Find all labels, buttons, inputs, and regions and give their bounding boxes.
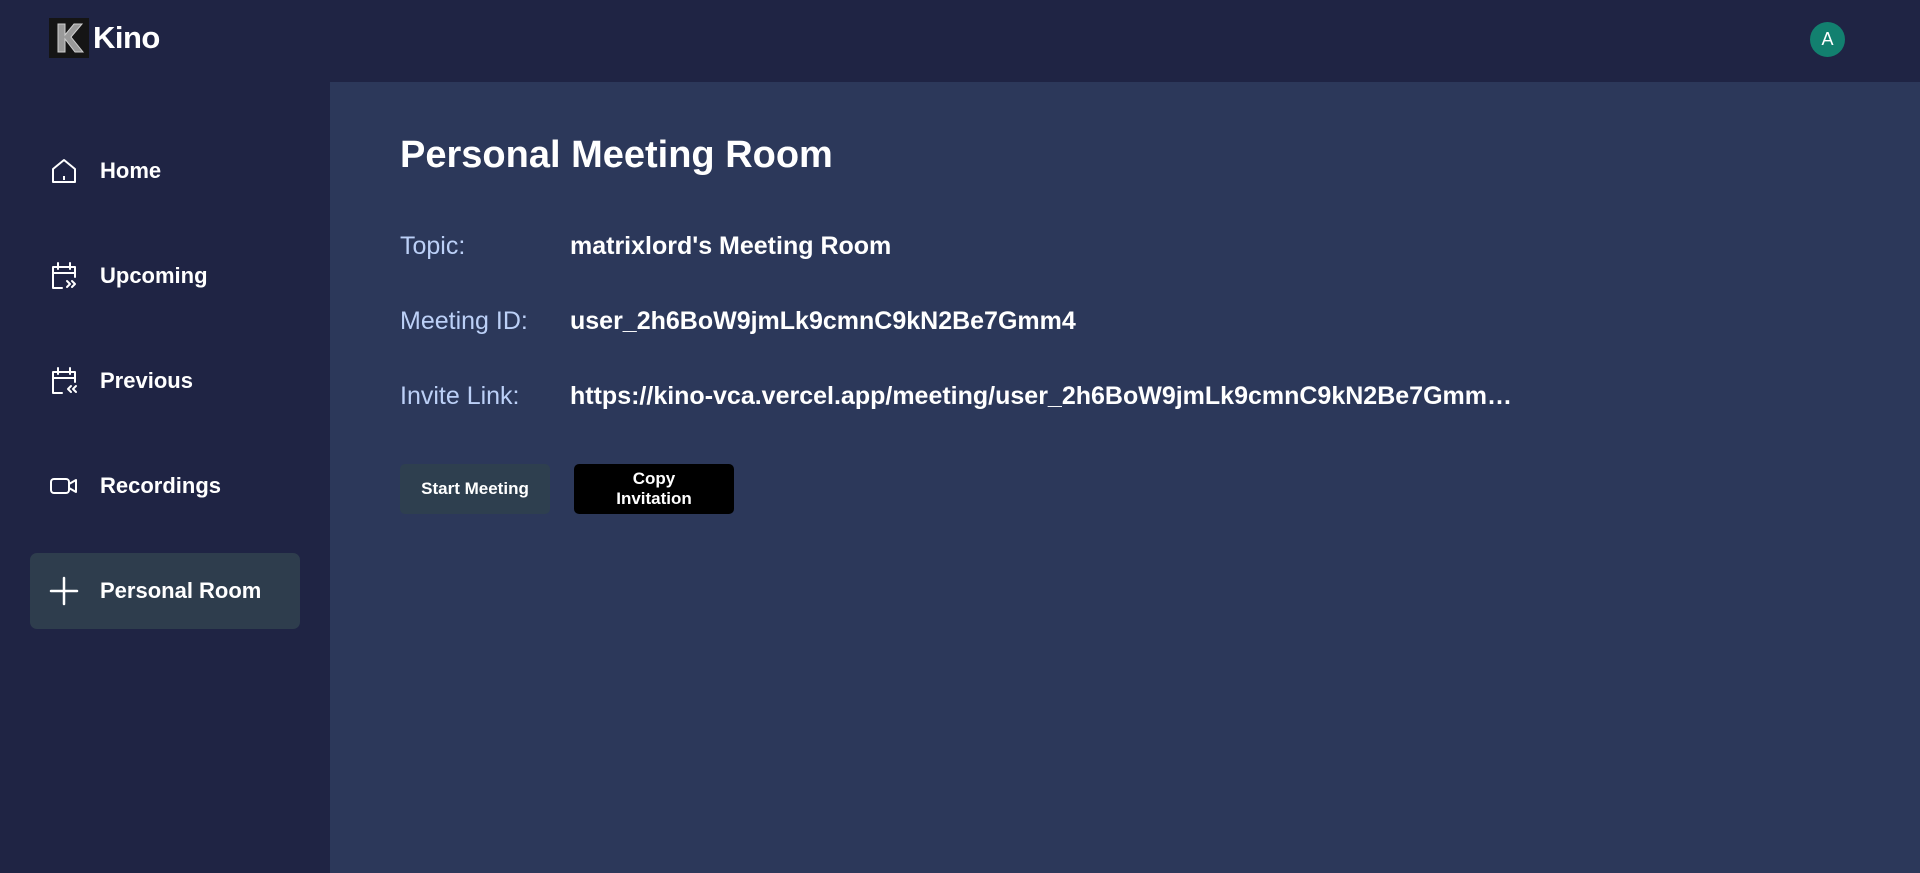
invite-link-row: Invite Link: https://kino-vca.vercel.app… xyxy=(400,382,1515,411)
sidebar-item-home[interactable]: Home xyxy=(30,133,300,209)
sidebar-item-recordings[interactable]: Recordings xyxy=(30,448,300,524)
sidebar-item-label: Home xyxy=(100,158,162,183)
invite-link-value[interactable]: https://kino-vca.vercel.app/meeting/user… xyxy=(570,382,1515,411)
main-content: Personal Meeting Room Topic: matrixlord'… xyxy=(330,82,1920,873)
copy-invitation-button[interactable]: Copy Invitation xyxy=(574,464,734,514)
app-name: Kino xyxy=(93,20,160,55)
calendar-forward-icon xyxy=(48,260,80,292)
topic-label: Topic: xyxy=(400,232,466,260)
sidebar-item-upcoming[interactable]: Upcoming xyxy=(30,238,300,314)
kino-logo-icon xyxy=(49,18,89,58)
sidebar-item-personal-room[interactable]: Personal Room xyxy=(30,553,300,629)
meeting-id-value: user_2h6BoW9jmLk9cmnC9kN2Be7Gmm4 xyxy=(570,307,1076,335)
topic-value: matrixlord's Meeting Room xyxy=(570,232,892,260)
page-title: Personal Meeting Room xyxy=(400,134,833,176)
meeting-id-label: Meeting ID: xyxy=(400,307,528,335)
sidebar-item-label: Previous xyxy=(100,368,193,393)
sidebar-item-label: Recordings xyxy=(100,473,222,498)
top-bar: Kino A xyxy=(0,0,1920,82)
sidebar-item-label: Upcoming xyxy=(100,263,208,288)
video-icon xyxy=(48,470,80,502)
topic-row: Topic: matrixlord's Meeting Room xyxy=(400,232,891,261)
sidebar: Home Upcoming Previous Recordings Person… xyxy=(0,82,330,873)
sidebar-item-label: Personal Room xyxy=(100,578,262,603)
plus-icon xyxy=(48,575,80,607)
sidebar-item-previous[interactable]: Previous xyxy=(30,343,300,419)
meeting-id-row: Meeting ID: user_2h6BoW9jmLk9cmnC9kN2Be7… xyxy=(400,307,1076,336)
user-avatar[interactable]: A xyxy=(1810,22,1845,57)
app-logo[interactable]: Kino xyxy=(49,18,160,58)
calendar-back-icon xyxy=(48,365,80,397)
home-icon xyxy=(48,155,80,187)
invite-link-label: Invite Link: xyxy=(400,382,520,410)
start-meeting-button[interactable]: Start Meeting xyxy=(400,464,550,514)
